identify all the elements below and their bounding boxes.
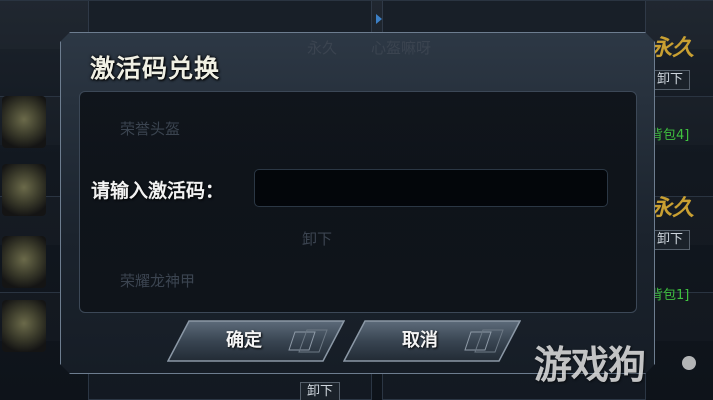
gear-bag-icon — [2, 236, 46, 288]
permanent-tag: 永久 — [650, 196, 695, 221]
confirm-button[interactable]: 确定 — [167, 320, 345, 362]
unequip-button[interactable]: 卸下 — [650, 230, 690, 250]
dialog-content-panel: 荣誉头盔 荣耀龙神甲 卸下 请输入激活码： — [79, 91, 637, 313]
bag-slot-label: 背包4] — [650, 128, 690, 143]
expand-arrow-icon — [376, 14, 382, 24]
background-ghost-text: 永久 — [307, 39, 338, 57]
activation-code-input[interactable] — [254, 169, 608, 207]
permanent-tag: 永久 — [650, 36, 695, 61]
watermark-logo-icon — [682, 356, 696, 370]
activation-code-dialog: 激活码兑换 永久 心盔嘛呀 荣誉头盔 荣耀龙神甲 卸下 请输入激活码： 确定 取… — [60, 32, 655, 374]
weapon-icon — [2, 300, 46, 352]
unequip-button[interactable]: 卸下 — [650, 70, 690, 90]
bag-slot-label: 背包1] — [650, 288, 690, 303]
cancel-button-label: 取消 — [402, 330, 438, 351]
activation-code-label: 请输入激活码： — [91, 180, 225, 202]
cancel-button[interactable]: 取消 — [343, 320, 521, 362]
site-watermark: 游戏狗 — [534, 343, 646, 387]
confirm-button-label: 确定 — [226, 330, 262, 351]
unequip-button[interactable]: 卸下 — [300, 382, 340, 400]
armor-vest-icon — [2, 164, 46, 216]
dialog-title: 激活码兑换 — [90, 54, 221, 83]
background-ghost-text: 荣誉头盔 — [120, 120, 181, 138]
helmet-icon — [2, 96, 46, 148]
background-ghost-text: 心盔嘛呀 — [371, 39, 432, 57]
background-ghost-text: 卸下 — [302, 230, 333, 248]
background-ghost-text: 荣耀龙神甲 — [120, 272, 196, 290]
